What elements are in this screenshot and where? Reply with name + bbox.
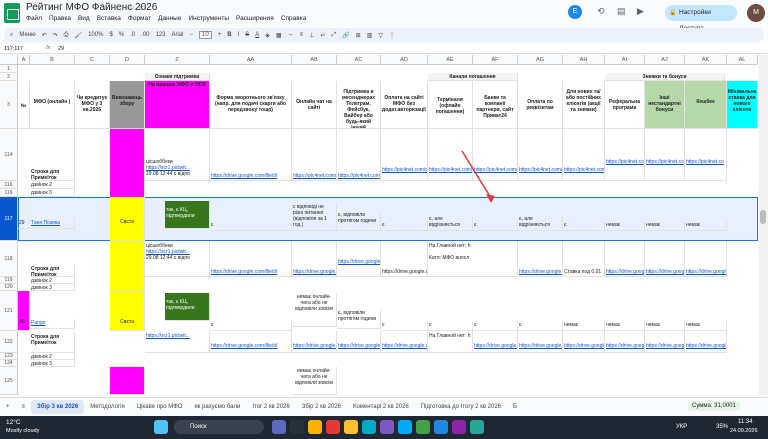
app-icon[interactable] <box>290 420 304 434</box>
font-size-input[interactable]: 10 <box>199 31 212 39</box>
app-icon[interactable] <box>452 420 466 434</box>
tab-collect-q2[interactable]: Збір 2 кв 2026 <box>296 404 347 410</box>
increase-decimal-button[interactable]: .00 <box>141 32 149 38</box>
menu-insert[interactable]: Вставка <box>97 15 121 22</box>
windows-start-icon[interactable] <box>154 420 168 434</box>
formula-input[interactable]: 29 <box>58 46 64 52</box>
number-format-button[interactable]: 123 <box>156 32 166 38</box>
clock-date[interactable]: 24.09.2026 <box>730 428 758 434</box>
title-bar: Рейтинг МФО Файненс 2026 ☆ ▭ Файл Правка… <box>0 0 768 32</box>
tab-about-mfo[interactable]: Цікаве про МФО <box>131 404 189 410</box>
rotate-icon[interactable]: ⤢ <box>331 32 336 39</box>
taskbar-search[interactable]: Поиск <box>174 420 264 434</box>
comment-icon[interactable]: ▤ <box>617 6 626 17</box>
fx-icon: fx <box>46 45 51 51</box>
filter-icon[interactable]: ▽ <box>378 32 383 39</box>
strikethrough-icon[interactable]: S <box>245 32 249 38</box>
vertical-scrollbar[interactable] <box>759 55 768 395</box>
merge-icon[interactable]: ⇔ <box>288 32 294 38</box>
telegram-icon[interactable] <box>398 420 412 434</box>
tab-comments-q2[interactable]: Коментарі 2 кв 2026 <box>347 404 415 410</box>
redo-icon[interactable]: ↷ <box>53 32 58 39</box>
paint-format-icon[interactable]: 🖌 <box>74 32 82 39</box>
font-select[interactable]: Arial <box>172 32 184 38</box>
document-title[interactable]: Рейтинг МФО Файненс 2026 <box>26 2 157 13</box>
weather-desc[interactable]: Mostly cloudy <box>6 428 39 434</box>
percent-button[interactable]: % <box>119 32 124 38</box>
menu-bar: Файл Правка Вид Вставка Формат Данные Ин… <box>26 15 306 22</box>
folder-icon[interactable] <box>308 420 322 434</box>
tab-collect-q3[interactable]: Збір 3 кв 2026 <box>31 399 85 414</box>
bold-icon[interactable]: B <box>227 32 231 38</box>
share-button[interactable]: Настройки Доступа <box>665 5 737 32</box>
video-icon[interactable]: ▶ <box>637 6 644 17</box>
currency-button[interactable]: $ <box>109 32 112 38</box>
app-icon[interactable] <box>326 420 340 434</box>
scrollbar-thumb[interactable] <box>760 210 766 224</box>
all-sheets-icon[interactable]: ≡ <box>16 404 32 410</box>
clock-time[interactable]: 11:34 <box>738 419 753 425</box>
app-icon[interactable] <box>434 420 448 434</box>
red-arrow-annotation <box>461 150 495 203</box>
windows-taskbar: 12°C Mostly cloudy Поиск УКР 35% 11:34 2… <box>0 416 768 439</box>
menu-extensions[interactable]: Расширения <box>236 15 274 22</box>
toolbar: ⌕ Меню ↶ ↷ ⎙ 🖌 100% $ % .0 .00 123 Arial… <box>4 28 764 42</box>
font-size-plus[interactable]: + <box>218 32 222 38</box>
valign-icon[interactable]: ⊥ <box>309 32 314 39</box>
app-icon[interactable] <box>416 420 430 434</box>
search-icon[interactable]: ⌕ <box>10 32 13 39</box>
tab-scoring[interactable]: як рахуємо бали <box>188 404 246 410</box>
menu-view[interactable]: Вид <box>78 15 90 22</box>
tab-methodology[interactable]: Методологія <box>84 404 130 410</box>
app-icon[interactable] <box>272 420 286 434</box>
battery-indicator[interactable]: 35% <box>716 424 728 430</box>
font-size-minus[interactable]: − <box>190 32 194 38</box>
sheet-tabs-bar: + ≡ Збір 3 кв 2026 Методологія Цікаве пр… <box>0 397 768 415</box>
app-icon[interactable] <box>470 420 484 434</box>
comment-add-icon[interactable]: ⊞ <box>356 32 361 39</box>
decrease-decimal-button[interactable]: .0 <box>130 32 135 38</box>
text-color-icon[interactable]: A <box>255 32 259 38</box>
wrap-icon[interactable]: ↵ <box>320 32 325 39</box>
history-icon[interactable]: ⟲ <box>597 6 605 17</box>
menu-help[interactable]: Справка <box>281 15 307 22</box>
tab-prep-q2[interactable]: Підготовка до Ітогу 2 кв 2026 <box>415 404 507 410</box>
sum-indicator[interactable]: Сумма: 31,0001 <box>688 401 740 411</box>
formula-bar: 117:117 fx 29 <box>0 44 768 54</box>
menu-data[interactable]: Данные <box>158 15 181 22</box>
chrome-icon[interactable] <box>344 420 358 434</box>
more-icon[interactable]: ⋮ <box>389 32 395 39</box>
move-icon[interactable]: ▭ <box>139 3 147 12</box>
menu-tools[interactable]: Инструменты <box>188 15 229 22</box>
menu-edit[interactable]: Правка <box>49 15 71 22</box>
add-sheet-icon[interactable]: + <box>0 404 16 410</box>
italic-icon[interactable]: I <box>238 32 240 38</box>
zoom-select[interactable]: 100% <box>88 32 103 38</box>
app-icon[interactable] <box>380 420 394 434</box>
star-icon[interactable]: ☆ <box>128 3 135 12</box>
link-icon[interactable]: 🔗 <box>342 32 349 39</box>
tab-more[interactable]: Б <box>507 404 523 410</box>
fill-color-icon[interactable]: ◈ <box>265 32 270 39</box>
undo-icon[interactable]: ↶ <box>42 32 47 39</box>
app-icon[interactable] <box>362 420 376 434</box>
weather-temp[interactable]: 12°C <box>6 419 21 426</box>
menu-file[interactable]: Файл <box>26 15 42 22</box>
spreadsheet-grid[interactable]: A B C D Z AA AB AC AD AE AF AG AH AI AJ … <box>0 55 758 395</box>
menu-search[interactable]: Меню <box>19 32 35 38</box>
profile-avatar[interactable]: М <box>747 4 765 22</box>
tab-total-q2[interactable]: Ітог 2 кв 2026 <box>246 404 295 410</box>
menu-format[interactable]: Формат <box>128 15 151 22</box>
name-box[interactable]: 117:117 <box>4 46 23 52</box>
chart-icon[interactable]: ▥ <box>367 32 373 39</box>
print-icon[interactable]: ⎙ <box>64 32 69 39</box>
language-indicator[interactable]: УКР <box>676 424 687 430</box>
sheets-logo-icon[interactable] <box>4 3 20 23</box>
align-icon[interactable]: ≡ <box>300 32 304 38</box>
collaborator-avatar[interactable]: E <box>568 5 582 19</box>
borders-icon[interactable]: ▦ <box>276 32 282 39</box>
